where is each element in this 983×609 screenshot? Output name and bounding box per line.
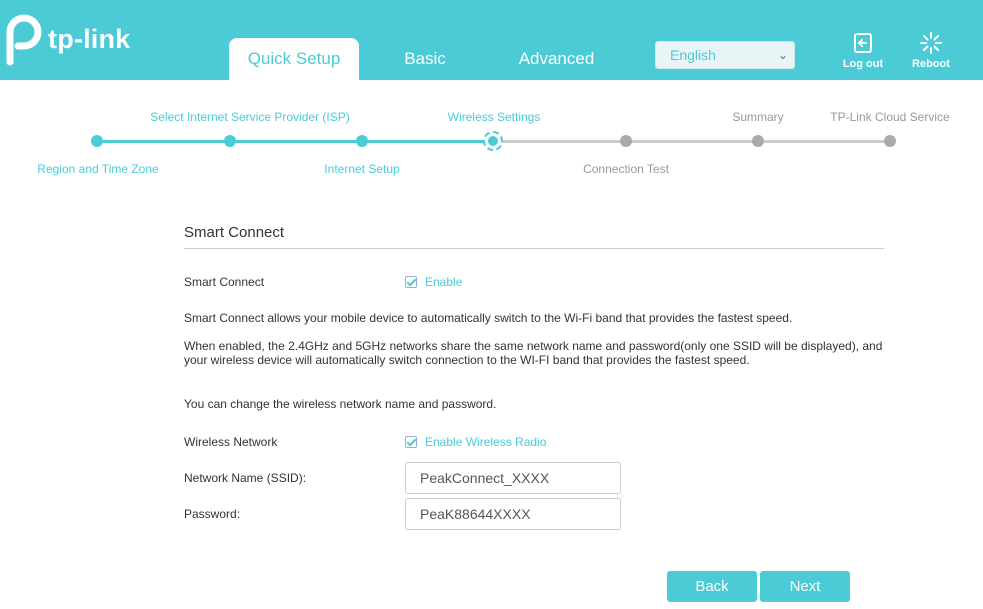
step-label-cloud-service: TP-Link Cloud Service xyxy=(830,110,950,124)
checkbox-checked-icon xyxy=(405,436,417,448)
next-button[interactable]: Next xyxy=(760,571,850,602)
ssid-label: Network Name (SSID): xyxy=(184,471,307,485)
step-dot-summary xyxy=(752,135,764,147)
step-dot-connection-test xyxy=(620,135,632,147)
smart-connect-label: Smart Connect xyxy=(184,275,265,289)
ssid-input[interactable]: PeakConnect_XXXX xyxy=(405,462,621,494)
step-label-wireless-settings: Wireless Settings xyxy=(447,110,541,124)
step-label-internet-setup: Internet Setup xyxy=(324,162,400,176)
logout-icon xyxy=(854,33,872,53)
language-select-value: English xyxy=(670,47,716,63)
reboot-button[interactable]: Reboot xyxy=(903,32,959,70)
wireless-radio-checkbox[interactable]: Enable Wireless Radio xyxy=(405,435,546,449)
brand-logo-text: tp-link xyxy=(48,24,131,54)
logout-label: Log out xyxy=(842,58,884,70)
back-button[interactable]: Back xyxy=(667,571,757,602)
wireless-change-hint: You can change the wireless network name… xyxy=(184,397,497,411)
step-dot-region xyxy=(91,135,103,147)
step-label-connection-test: Connection Test xyxy=(583,162,669,176)
reboot-label: Reboot xyxy=(912,58,950,70)
progress-line-todo xyxy=(493,140,890,143)
chevron-down-icon: ⌄ xyxy=(777,48,788,62)
section-title: Smart Connect xyxy=(184,224,285,241)
language-select[interactable]: English ⌄ xyxy=(655,41,795,69)
checkbox-checked-icon xyxy=(405,276,417,288)
top-header: tp-link Quick Setup Basic Advanced Engli… xyxy=(0,0,983,80)
wireless-radio-checkbox-label: Enable Wireless Radio xyxy=(425,435,547,449)
step-label-region: Region and Time Zone xyxy=(37,162,159,176)
tab-basic[interactable]: Basic xyxy=(375,38,475,80)
step-label-summary: Summary xyxy=(732,110,784,124)
progress-line-done xyxy=(97,140,493,143)
step-dot-cloud-service xyxy=(884,135,896,147)
step-dot-internet-setup xyxy=(356,135,368,147)
password-label: Password: xyxy=(184,507,241,521)
smart-connect-checkbox[interactable]: Enable xyxy=(405,275,462,289)
step-dot-isp xyxy=(224,135,236,147)
smart-connect-checkbox-label: Enable xyxy=(425,275,463,289)
step-dot-wireless-settings xyxy=(483,131,503,151)
smart-connect-detail: When enabled, the 2.4GHz and 5GHz networ… xyxy=(184,339,883,367)
section-divider xyxy=(184,248,884,249)
tab-quick-setup[interactable]: Quick Setup xyxy=(229,38,359,80)
reboot-spinner-icon xyxy=(920,32,942,54)
password-input[interactable]: PeaK88644XXXX xyxy=(405,498,621,530)
step-label-isp: Select Internet Service Provider (ISP) xyxy=(150,110,350,124)
wireless-network-label: Wireless Network xyxy=(184,435,278,449)
tab-advanced[interactable]: Advanced xyxy=(500,38,613,80)
logout-button[interactable]: Log out xyxy=(835,32,891,70)
smart-connect-description: Smart Connect allows your mobile device … xyxy=(184,311,793,325)
